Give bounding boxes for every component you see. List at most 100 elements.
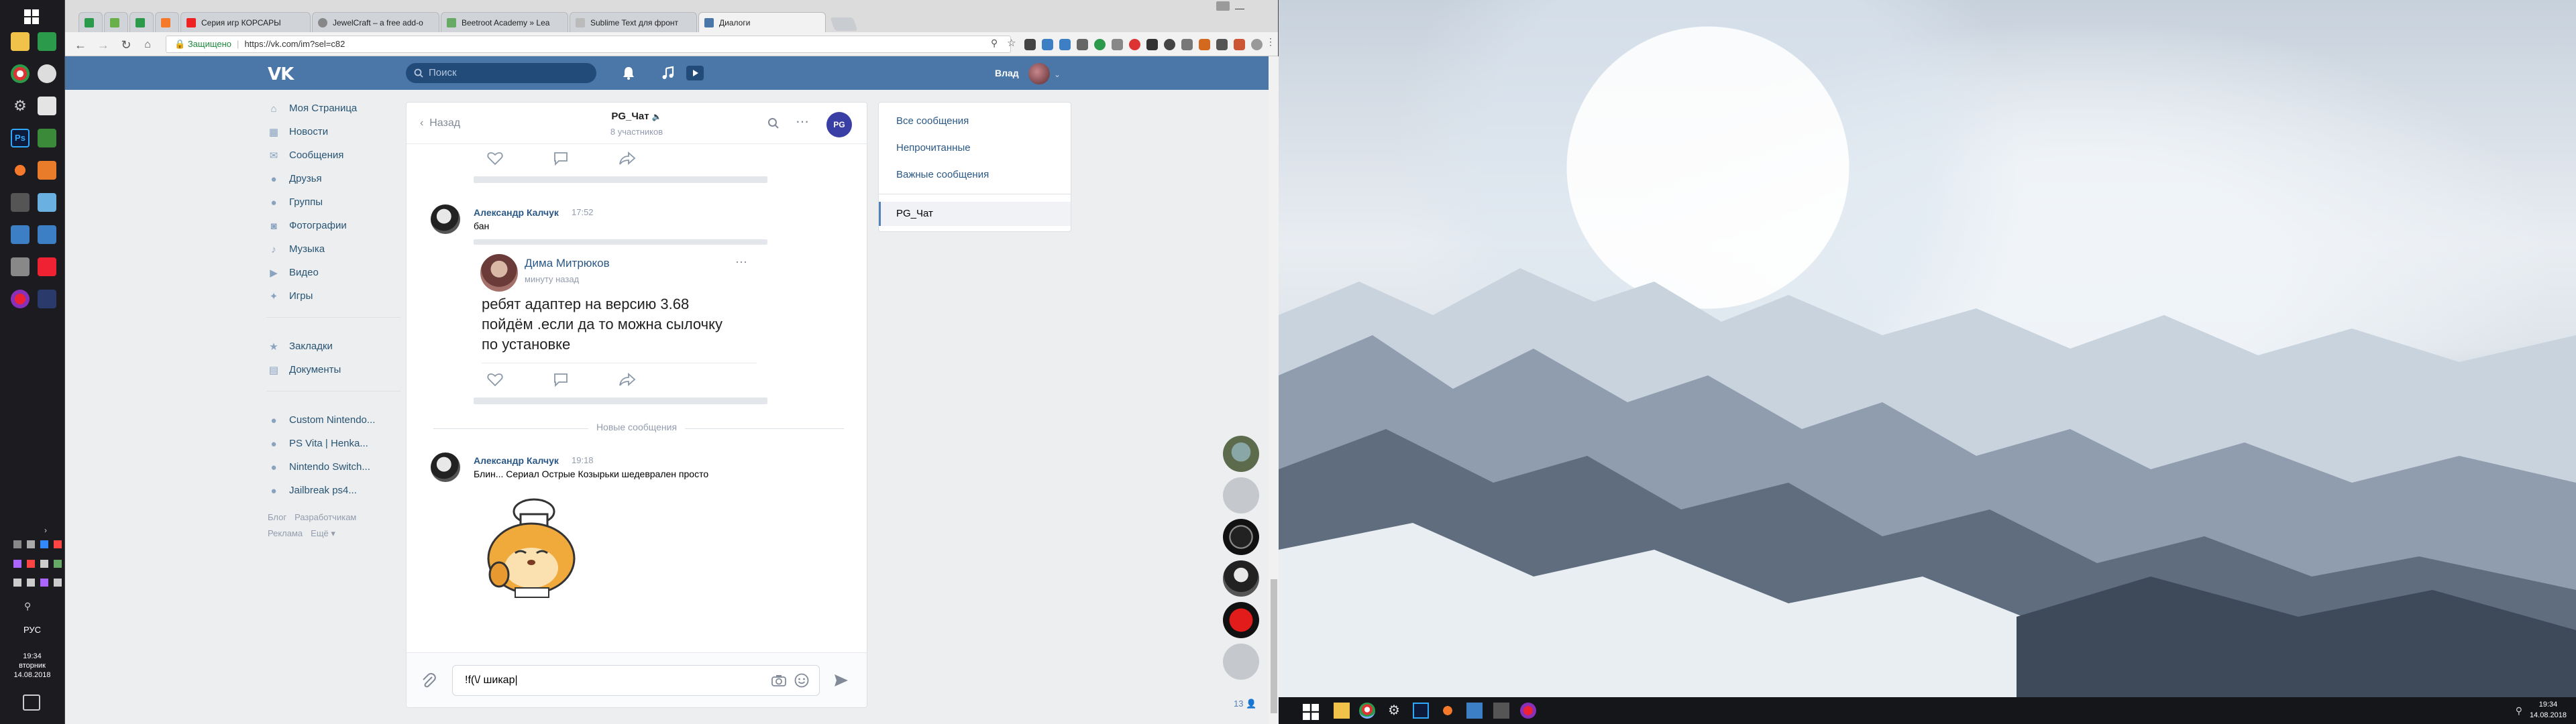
message-time[interactable]: 19:18	[572, 455, 594, 465]
dock-avatar[interactable]	[1223, 602, 1259, 638]
minimize-button[interactable]: —	[1231, 3, 1248, 15]
tab-dialogs[interactable]: Диалоги	[698, 12, 826, 32]
scrollbar-thumb[interactable]	[1271, 579, 1277, 713]
menu-item-news[interactable]: ▦ Новости	[266, 125, 400, 149]
tab-korsary[interactable]: Серия игр КОРСАРЫ	[180, 12, 311, 32]
dock-avatar-default-icon[interactable]	[1223, 477, 1259, 514]
notifications-icon[interactable]	[23, 695, 40, 711]
camera-icon[interactable]	[771, 674, 786, 686]
app-icon[interactable]	[38, 161, 56, 180]
taskbar-clock[interactable]: 19:34 вторник 14.08.2018	[0, 652, 64, 680]
bell-icon[interactable]	[622, 66, 635, 80]
footer-ads-link[interactable]: Реклама	[268, 528, 303, 538]
vk-logo-icon[interactable]: VK	[268, 64, 294, 84]
extension-icon[interactable]	[1146, 39, 1158, 50]
extension-icon[interactable]	[1129, 39, 1140, 50]
reload-icon[interactable]: ↻	[119, 38, 133, 52]
language-indicator[interactable]: РУС	[0, 625, 64, 635]
dock-count[interactable]: 13 👤	[1234, 699, 1256, 709]
menu-item-community[interactable]: ● PS Vita | Henka...	[266, 437, 400, 461]
dock-avatar[interactable]	[1223, 436, 1259, 472]
app-icon[interactable]	[11, 193, 30, 212]
extension-icon[interactable]	[1234, 39, 1245, 50]
tab-pinned-1[interactable]	[78, 12, 103, 32]
home-icon[interactable]: ⌂	[140, 38, 155, 52]
footer-devs-link[interactable]: Разработчикам	[294, 512, 356, 522]
extension-icon[interactable]	[1094, 39, 1106, 50]
extension-icon[interactable]	[1181, 39, 1193, 50]
menu-item-games[interactable]: ✦ Игры	[266, 290, 400, 313]
tab-sublime[interactable]: Sublime Text для фронт	[570, 12, 697, 32]
windows-start-icon[interactable]	[1303, 704, 1319, 720]
app-icon[interactable]	[11, 225, 30, 244]
user-avatar[interactable]	[1028, 63, 1050, 84]
app-icon[interactable]	[38, 64, 56, 83]
heart-icon[interactable]	[487, 372, 503, 387]
menu-item-bookmarks[interactable]: ★ Закладки	[266, 340, 400, 363]
app-icon[interactable]	[38, 225, 56, 244]
tab-pinned-2[interactable]	[104, 12, 128, 32]
menu-item-community[interactable]: ● Jailbreak ps4...	[266, 484, 400, 507]
extension-icon[interactable]	[1112, 39, 1123, 50]
photoshop-icon[interactable]: Ps	[11, 129, 30, 147]
menu-item-friends[interactable]: ● Друзья	[266, 172, 400, 196]
share-icon[interactable]	[619, 372, 636, 387]
app-icon[interactable]	[38, 257, 56, 276]
menu-item-messages[interactable]: ✉ Сообщения	[266, 149, 400, 172]
extension-icon[interactable]	[1024, 39, 1036, 50]
menu-dots-icon[interactable]: ⋮	[1266, 36, 1277, 48]
dock-avatar[interactable]	[1223, 560, 1259, 597]
blender-icon[interactable]	[11, 161, 30, 180]
extension-icon[interactable]	[1199, 39, 1210, 50]
menu-item-photos[interactable]: ◙ Фотографии	[266, 219, 400, 243]
app-icon[interactable]	[38, 97, 56, 115]
chrome-icon[interactable]	[1359, 703, 1375, 719]
author-avatar[interactable]	[431, 452, 460, 482]
blender-icon[interactable]	[1440, 703, 1456, 719]
menu-item-community[interactable]: ● Custom Nintendo...	[266, 414, 400, 437]
star-icon[interactable]: ☆	[1007, 37, 1018, 49]
menu-item-video[interactable]: ▶ Видео	[266, 266, 400, 290]
network-icon[interactable]: ⚲	[24, 601, 31, 612]
tab-beetroot[interactable]: Beetroot Academy » Lea	[441, 12, 568, 32]
windows-start-icon[interactable]	[21, 7, 42, 27]
footer-blog-link[interactable]: Блог	[268, 512, 286, 522]
menu-item-community[interactable]: ● Nintendo Switch...	[266, 461, 400, 484]
chrome-icon[interactable]	[11, 64, 30, 83]
forward-author[interactable]: Дима Митрюков	[525, 257, 610, 270]
search-icon[interactable]: ⚲	[991, 38, 1002, 49]
app-icon[interactable]	[11, 290, 30, 308]
menu-item-groups[interactable]: ● Группы	[266, 196, 400, 219]
emoji-icon[interactable]	[794, 673, 809, 688]
nav-important[interactable]: Важные сообщения	[879, 163, 1071, 187]
extension-icon[interactable]	[1042, 39, 1053, 50]
paperclip-icon[interactable]	[421, 672, 436, 689]
menu-item-music[interactable]: ♪ Музыка	[266, 243, 400, 266]
app-icon[interactable]	[1493, 703, 1509, 719]
message-input[interactable]: !f(\/ шикар|	[452, 665, 820, 696]
nav-current-chat[interactable]: PG_Чат	[879, 202, 1071, 226]
file-explorer-icon[interactable]	[1334, 703, 1350, 719]
extension-icon[interactable]	[1216, 39, 1228, 50]
tab-pinned-3[interactable]	[129, 12, 154, 32]
nav-all-messages[interactable]: Все сообщения	[879, 109, 1071, 133]
app-icon[interactable]	[38, 32, 56, 51]
message-author[interactable]: Александр Калчук	[474, 207, 559, 218]
hamster-chef-sticker[interactable]	[479, 494, 586, 601]
file-explorer-icon[interactable]	[11, 32, 30, 51]
music-note-icon[interactable]	[661, 66, 676, 80]
network-icon[interactable]: ⚲	[2516, 705, 2522, 717]
user-name[interactable]: Влад	[995, 62, 1019, 84]
menu-item-my-page[interactable]: ⌂ Моя Страница	[266, 102, 400, 125]
play-icon[interactable]	[686, 66, 704, 80]
more-dots-icon[interactable]: ⋯	[796, 113, 809, 130]
dock-avatar-default-icon[interactable]	[1223, 644, 1259, 680]
extension-icon[interactable]	[1251, 39, 1263, 50]
extension-icon[interactable]	[1059, 39, 1071, 50]
app-icon[interactable]	[11, 257, 30, 276]
message-author[interactable]: Александр Калчук	[474, 455, 559, 466]
app-icon[interactable]	[38, 290, 56, 308]
heart-icon[interactable]	[487, 151, 503, 166]
photoshop-icon[interactable]	[1413, 703, 1429, 719]
comment-icon[interactable]	[553, 372, 569, 387]
